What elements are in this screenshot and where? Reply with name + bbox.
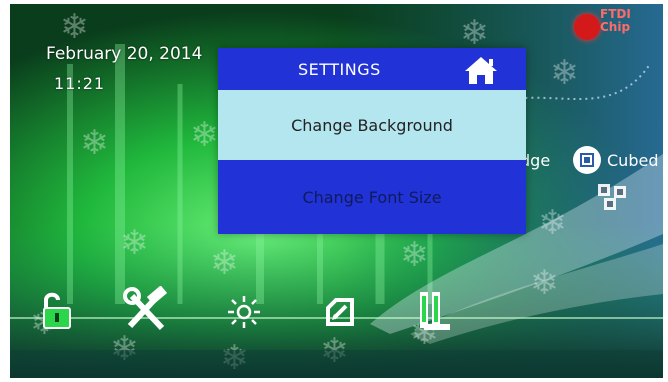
- unlock-button[interactable]: [34, 288, 78, 332]
- edit-button[interactable]: [320, 292, 360, 332]
- settings-panel: SETTINGS Change Background Change Font S…: [218, 48, 526, 234]
- home-icon: [465, 57, 497, 84]
- svg-text:❄: ❄: [530, 263, 559, 303]
- settings-header: SETTINGS: [218, 48, 526, 90]
- svg-text:❄: ❄: [550, 53, 579, 93]
- unlock-icon: [43, 292, 71, 329]
- books-button[interactable]: [414, 288, 454, 334]
- svg-text:❄: ❄: [80, 123, 109, 163]
- settings-title: SETTINGS: [298, 60, 381, 79]
- ftdi-chip-logo: FTDI Chip: [570, 8, 650, 44]
- brightness-icon: [228, 296, 260, 328]
- brightness-button[interactable]: [226, 294, 262, 330]
- edit-icon: [326, 298, 354, 326]
- status-date: February 20, 2014: [46, 44, 203, 64]
- background-label-cubed: Cubed: [573, 146, 658, 174]
- tools-icon: [123, 285, 168, 331]
- change-font-size-label: Change Font Size: [302, 188, 442, 207]
- status-time: 11:21: [54, 74, 106, 93]
- svg-text:❄: ❄: [460, 13, 489, 53]
- cubed-icon: [573, 146, 601, 174]
- tools-button[interactable]: [122, 285, 172, 334]
- logo-dot: [574, 14, 600, 40]
- svg-text:❄: ❄: [538, 203, 567, 243]
- books-icon: [420, 292, 450, 330]
- logo-text-2: Chip: [600, 20, 631, 34]
- svg-text:❄: ❄: [400, 235, 429, 275]
- change-background-label: Change Background: [291, 116, 453, 135]
- home-button[interactable]: [462, 54, 500, 86]
- change-background-option[interactable]: Change Background: [218, 90, 526, 160]
- device-screen: ❄ ❄ ❄ ❄ ❄ ❄ ❄ ❄ ❄ ❄ ❄ ❄ ❄ ❄ ❄ ❄ February…: [10, 4, 663, 378]
- cubes-icon: [596, 182, 630, 212]
- svg-text:❄: ❄: [210, 243, 239, 283]
- svg-text:❄: ❄: [120, 223, 149, 263]
- change-font-size-option[interactable]: Change Font Size: [218, 160, 526, 234]
- cubed-label: Cubed: [607, 150, 659, 170]
- svg-text:❄: ❄: [60, 7, 89, 47]
- svg-text:❄: ❄: [190, 115, 219, 155]
